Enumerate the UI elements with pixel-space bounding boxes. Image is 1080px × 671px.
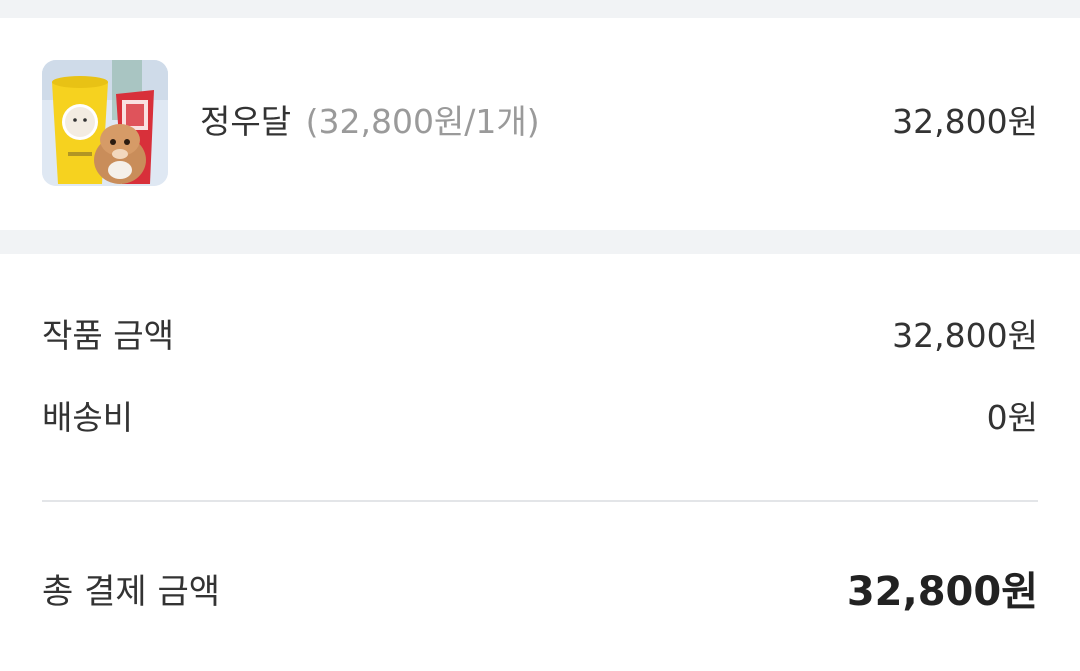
section-gap-top	[0, 0, 1080, 18]
product-image	[42, 60, 168, 186]
product-unit-detail: (32,800원/1개)	[305, 102, 540, 141]
product-title: 정우달 (32,800원/1개)	[200, 100, 540, 144]
product-name: 정우달	[200, 102, 292, 141]
total-value: 32,800원	[846, 569, 1038, 615]
payment-summary: 작품 금액 32,800원 배송비 0원 총 결제 금액 32,800원	[0, 254, 1080, 671]
summary-row-product-amount: 작품 금액 32,800원	[42, 313, 1038, 359]
summary-divider	[42, 500, 1038, 502]
shipping-value: 0원	[986, 398, 1038, 437]
product-amount-value: 32,800원	[892, 316, 1038, 355]
order-item[interactable]: 정우달 (32,800원/1개) 32,800원	[0, 18, 1080, 230]
total-label: 총 결제 금액	[42, 572, 221, 612]
product-amount-label: 작품 금액	[42, 316, 174, 355]
summary-row-shipping: 배송비 0원	[42, 395, 1038, 441]
summary-row-total: 총 결제 금액 32,800원	[42, 566, 1038, 618]
product-thumbnail[interactable]	[42, 60, 168, 186]
shipping-label: 배송비	[42, 398, 134, 437]
section-gap-middle	[0, 230, 1080, 254]
product-price: 32,800원	[892, 102, 1038, 141]
